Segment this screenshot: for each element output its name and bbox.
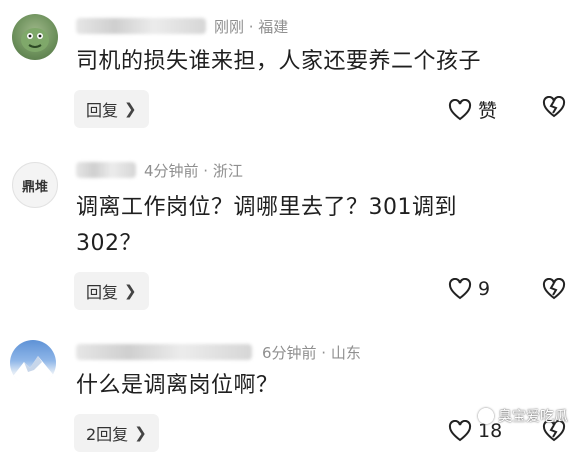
username-blurred[interactable] <box>76 344 252 360</box>
watermark-text: 臭宝爱吃瓜 <box>498 409 568 425</box>
comment-meta: 6分钟前 · 山东 <box>262 344 361 362</box>
avatar[interactable] <box>12 14 58 60</box>
reply-label: 回复 <box>86 101 119 120</box>
comment-text-line-1: 调离工作岗位？调哪里去了？301调到 <box>76 195 457 220</box>
avatar[interactable]: 鼎堆 <box>12 162 58 208</box>
like-button[interactable]: 9 <box>448 278 490 300</box>
reply-label: 2回复 <box>86 425 129 444</box>
chevron-right-icon: ❯ <box>134 424 147 442</box>
watermark: 臭宝爱吃瓜 <box>478 406 568 426</box>
chevron-right-icon: ❯ <box>124 282 137 300</box>
comment-text-line-2: 302？ <box>76 231 142 256</box>
reply-label: 回复 <box>86 283 119 302</box>
heart-outline-icon <box>448 98 472 120</box>
reply-button[interactable]: 2回复 ❯ <box>74 414 159 452</box>
comment-meta: 4分钟前 · 浙江 <box>144 162 243 180</box>
heart-outline-icon <box>448 420 472 442</box>
username-blurred[interactable] <box>76 18 206 34</box>
like-label: 赞 <box>478 100 498 122</box>
like-button[interactable]: 赞 <box>448 96 497 123</box>
comment-text: 司机的损失谁来担，人家还要养二个孩子 <box>76 49 482 74</box>
broken-heart-icon <box>542 96 566 118</box>
reply-button[interactable]: 回复 ❯ <box>74 272 149 310</box>
comment-meta: 刚刚 · 福建 <box>214 18 289 36</box>
comment-text: 什么是调离岗位啊？ <box>76 373 279 398</box>
dislike-button[interactable] <box>542 96 566 118</box>
dislike-button[interactable] <box>542 278 566 300</box>
avatar[interactable] <box>10 340 56 386</box>
heart-outline-icon <box>448 278 472 300</box>
reply-button[interactable]: 回复 ❯ <box>74 90 149 128</box>
username-blurred[interactable] <box>76 162 136 178</box>
watermark-logo-icon <box>478 408 494 424</box>
chevron-right-icon: ❯ <box>124 100 137 118</box>
broken-heart-icon <box>542 278 566 300</box>
like-count: 9 <box>478 278 491 300</box>
avatar-text: 鼎堆 <box>21 179 48 195</box>
